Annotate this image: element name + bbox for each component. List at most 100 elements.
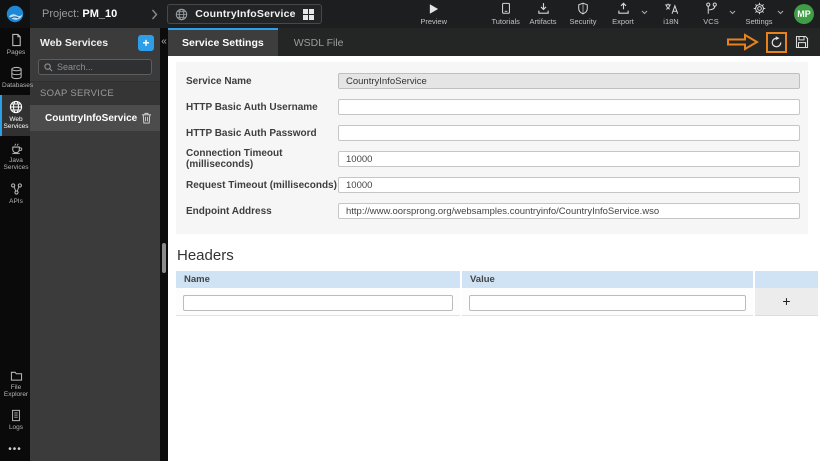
tab-wsdl-file[interactable]: WSDL File — [278, 28, 360, 56]
preview-button[interactable]: Preview — [417, 3, 451, 26]
breadcrumb-chevron-icon — [151, 9, 158, 20]
project-breadcrumb: Project: PM_10 — [42, 8, 117, 20]
branch-icon — [705, 2, 718, 15]
upload-icon — [617, 2, 630, 15]
field-label: HTTP Basic Auth Password — [186, 127, 317, 139]
tutorials-icon — [500, 2, 512, 15]
vcs-button[interactable]: VCS — [694, 2, 728, 26]
form-row: Endpoint Address — [186, 198, 800, 224]
pages-icon — [10, 33, 23, 47]
column-header-actions — [755, 271, 818, 288]
service-settings-form: Service Name HTTP Basic Auth Username HT… — [176, 62, 808, 234]
grid-switcher-icon[interactable] — [302, 8, 314, 20]
tutorials-label: Tutorials — [491, 17, 520, 26]
request-timeout-field[interactable] — [338, 177, 800, 193]
database-icon — [10, 66, 23, 80]
collapse-panel-button[interactable]: « — [160, 34, 168, 50]
panel-title: Web Services — [40, 37, 109, 49]
connection-timeout-field[interactable] — [338, 151, 800, 167]
header-value-input[interactable] — [469, 294, 746, 311]
search-input[interactable] — [57, 62, 146, 72]
endpoint-address-field[interactable] — [338, 203, 800, 219]
sidebar-item-file-explorer[interactable]: File Explorer — [0, 365, 30, 404]
rail-spacer — [0, 210, 30, 364]
sidebar-item-label: Web Services — [3, 115, 29, 131]
more-options-icon[interactable]: ••• — [0, 436, 30, 461]
search-icon — [44, 62, 53, 72]
http-basic-auth-username-field[interactable] — [338, 99, 800, 115]
api-nodes-icon — [10, 182, 23, 196]
vcs-menu[interactable]: VCS — [694, 2, 736, 26]
field-label: Connection Timeout (milliseconds) — [186, 148, 283, 170]
soap-service-section-label: SOAP SERVICE — [30, 81, 160, 105]
headers-section-title: Headers — [177, 247, 234, 264]
security-label: Security — [569, 17, 597, 26]
artifacts-button[interactable]: Artifacts — [526, 2, 560, 26]
field-label: HTTP Basic Auth Username — [186, 101, 318, 113]
left-navigation-rail: Pages Databases Web Services Java Servic… — [0, 28, 33, 461]
service-tab-bar: Service Settings WSDL File — [168, 28, 820, 56]
settings-button[interactable]: Settings — [742, 2, 776, 26]
settings-menu[interactable]: Settings — [742, 2, 784, 26]
current-service-name: CountryInfoService — [195, 8, 296, 20]
tab-actions — [727, 28, 820, 56]
download-icon — [537, 2, 550, 15]
log-document-icon — [10, 409, 22, 422]
add-service-button[interactable]: + — [138, 35, 154, 51]
sidebar-item-java-services[interactable]: Java Services — [0, 136, 30, 177]
save-service-button[interactable] — [794, 34, 810, 50]
chevron-down-icon — [641, 10, 648, 15]
service-search[interactable] — [38, 59, 152, 75]
app-logo[interactable] — [0, 0, 30, 28]
wavemaker-logo-icon — [6, 5, 24, 23]
security-button[interactable]: Security — [566, 2, 600, 26]
column-header-name: Name — [176, 271, 460, 288]
sidebar-item-label: Java Services — [3, 156, 29, 172]
header-name-cell — [176, 288, 460, 316]
headers-table-body-row: + — [176, 288, 818, 316]
annotation-arrow — [727, 32, 759, 52]
tab-service-settings[interactable]: Service Settings — [168, 28, 278, 56]
user-avatar[interactable]: MP — [794, 4, 814, 24]
i18n-button[interactable]: i18N — [654, 2, 688, 26]
field-label: Request Timeout (milliseconds) — [186, 179, 337, 191]
header-value-cell — [462, 288, 753, 316]
refresh-service-button[interactable] — [766, 31, 787, 53]
refresh-icon — [770, 35, 783, 49]
headers-table-header-row: Name Value — [176, 271, 818, 288]
export-button[interactable]: Export — [606, 2, 640, 26]
service-name-field — [338, 73, 800, 89]
top-bar: Project: PM_10 CountryInfoService Previe… — [0, 0, 820, 28]
gear-icon — [753, 2, 766, 15]
panel-content-divider: « — [160, 28, 168, 461]
export-menu[interactable]: Export — [606, 2, 648, 26]
save-icon — [795, 35, 809, 49]
form-row: Request Timeout (milliseconds) — [186, 172, 800, 198]
add-header-button[interactable]: + — [755, 288, 818, 316]
sidebar-item-databases[interactable]: Databases — [0, 61, 33, 94]
header-name-input[interactable] — [183, 294, 453, 311]
field-label: Service Name — [186, 75, 252, 87]
main-area: Service Settings WSDL File Service Name — [168, 28, 820, 467]
service-switcher-chip[interactable]: CountryInfoService — [167, 4, 322, 24]
form-row: Service Name — [186, 68, 800, 94]
http-basic-auth-password-field[interactable] — [338, 125, 800, 141]
artifacts-label: Artifacts — [529, 17, 557, 26]
chevron-down-icon — [729, 10, 736, 15]
sidebar-item-logs[interactable]: Logs — [0, 404, 30, 436]
sidebar-item-web-services[interactable]: Web Services — [0, 94, 30, 136]
settings-label: Settings — [745, 17, 773, 26]
sidebar-item-apis[interactable]: APIs — [0, 177, 30, 210]
vertical-scrollbar[interactable] — [162, 243, 166, 273]
delete-service-icon[interactable] — [141, 112, 152, 124]
field-label: Endpoint Address — [186, 205, 272, 217]
topbar-actions: Artifacts Security Export i18N VCS Setti… — [526, 2, 820, 26]
service-list-item[interactable]: CountryInfoService — [30, 105, 160, 131]
globe-icon — [175, 8, 188, 21]
sidebar-item-pages[interactable]: Pages — [0, 28, 30, 61]
project-label: Project: — [42, 8, 80, 20]
preview-label: Preview — [420, 16, 448, 26]
tutorials-button[interactable]: Tutorials — [489, 2, 523, 26]
headers-table: Name Value + — [176, 271, 818, 316]
panel-header: Web Services + — [30, 28, 160, 56]
